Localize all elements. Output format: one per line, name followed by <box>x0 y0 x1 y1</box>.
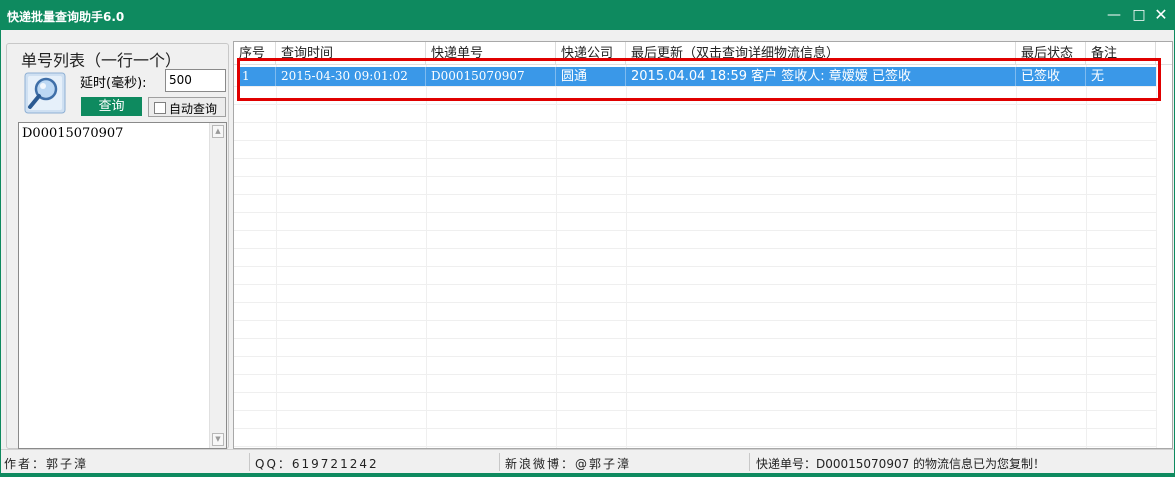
status-separator <box>749 453 750 471</box>
grid-line <box>234 356 1156 357</box>
grid-line <box>234 338 1156 339</box>
grid-line <box>234 248 1156 249</box>
grid-line <box>234 122 1156 123</box>
grid-line <box>234 176 1156 177</box>
status-weibo: 新浪微博：@郭子漳 <box>505 457 632 471</box>
query-button[interactable]: 查询 <box>81 97 142 116</box>
auto-query-label[interactable]: 自动查询 <box>169 100 217 117</box>
status-message: 快递单号：D00015070907 的物流信息已为您复制！ <box>756 457 1046 471</box>
status-author: 作者：郭子漳 <box>4 457 89 471</box>
magnifier-icon <box>24 72 66 114</box>
grid-line <box>234 428 1156 429</box>
maximize-button[interactable]: □ <box>1129 5 1149 25</box>
highlight-annotation <box>237 58 1161 101</box>
status-bar: 作者：郭子漳 QQ：619721242 新浪微博：@郭子漳 快递单号：D0001… <box>1 449 1174 473</box>
group-title: 单号列表（一行一个） <box>18 47 185 71</box>
grid-line <box>234 194 1156 195</box>
status-qq: QQ：619721242 <box>255 457 379 471</box>
grid-line <box>234 212 1156 213</box>
delay-label: 延时(毫秒): <box>80 76 147 91</box>
grid-line <box>234 374 1156 375</box>
grid-line <box>234 158 1156 159</box>
tracking-numbers-text: D00015070907 <box>22 126 124 141</box>
grid-line <box>234 410 1156 411</box>
textarea-scrollbar[interactable]: ▲ ▼ <box>209 123 226 448</box>
grid-line <box>234 104 1156 105</box>
results-table: 序号 查询时间 快递单号 快递公司 最后更新（双击查询详细物流信息） 最后状态 … <box>233 41 1173 449</box>
auto-query-checkbox-container[interactable]: 自动查询 <box>148 97 226 117</box>
grid-line <box>234 284 1156 285</box>
auto-query-checkbox[interactable] <box>154 102 166 114</box>
scroll-up-arrow-icon[interactable]: ▲ <box>212 125 224 138</box>
status-separator <box>249 453 250 471</box>
scroll-down-arrow-icon[interactable]: ▼ <box>212 433 224 446</box>
grid-line <box>234 446 1156 447</box>
minimize-button[interactable]: — <box>1104 5 1124 25</box>
grid-line <box>234 392 1156 393</box>
tracking-list-group: 单号列表（一行一个） 延时(毫秒): 500 查询 自动查询 D00015070… <box>6 43 229 449</box>
delay-input[interactable]: 500 <box>165 69 226 92</box>
window-title: 快递批量查询助手6.0 <box>7 10 125 24</box>
grid-line <box>234 266 1156 267</box>
grid-line <box>1156 65 1157 448</box>
close-button[interactable]: ✕ <box>1151 5 1171 25</box>
title-bar: 快递批量查询助手6.0 — □ ✕ <box>0 0 1175 30</box>
grid-line <box>234 230 1156 231</box>
tracking-numbers-textarea[interactable]: D00015070907 ▲ ▼ <box>18 122 227 449</box>
status-separator <box>499 453 500 471</box>
grid-line <box>234 140 1156 141</box>
grid-line <box>234 320 1156 321</box>
grid-line <box>234 302 1156 303</box>
